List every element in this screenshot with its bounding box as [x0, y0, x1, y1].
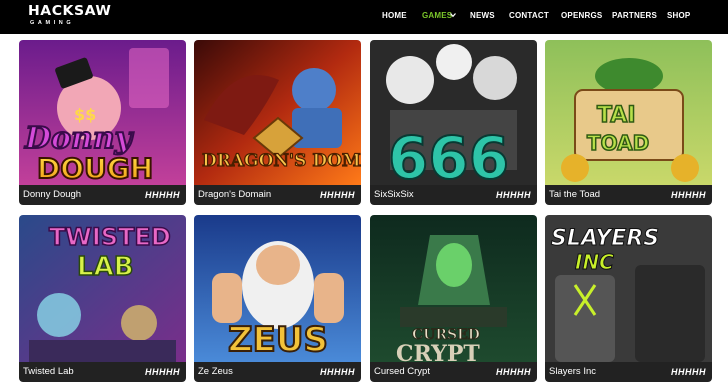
- game-thumbnail: 666: [370, 40, 537, 185]
- game-title: Ze Zeus: [198, 366, 233, 377]
- game-card-sixsixsix[interactable]: 666 SixSixSix HHHHH: [370, 40, 537, 205]
- game-caption-bar: SixSixSix HHHHH: [370, 185, 537, 205]
- svg-text:SLAYERS: SLAYERS: [551, 226, 659, 251]
- hacksaw-badge: HHHHH: [320, 190, 355, 200]
- game-thumbnail: CURSED CRYPT: [370, 215, 537, 362]
- game-card-twisted-lab[interactable]: TWISTED LAB Twisted Lab HHHHH: [19, 215, 186, 382]
- hacksaw-badge: HHHHH: [671, 367, 706, 377]
- game-card-ze-zeus[interactable]: ZEUS Ze Zeus HHHHH: [194, 215, 361, 382]
- svg-text:LAB: LAB: [77, 252, 134, 282]
- game-title: Cursed Crypt: [374, 366, 430, 377]
- svg-text:TAI: TAI: [597, 103, 636, 128]
- game-thumbnail: $$ Donny DOUGH: [19, 40, 186, 185]
- hacksaw-badge: HHHHH: [496, 367, 531, 377]
- game-caption-bar: Slayers Inc HHHHH: [545, 362, 712, 382]
- svg-text:INC: INC: [575, 250, 614, 274]
- svg-text:ZEUS: ZEUS: [228, 320, 328, 360]
- svg-text:TWISTED: TWISTED: [49, 223, 171, 251]
- game-card-cursed-crypt[interactable]: CURSED CRYPT Cursed Crypt HHHHH: [370, 215, 537, 382]
- hacksaw-badge: HHHHH: [145, 190, 180, 200]
- game-card-tai-the-toad[interactable]: TAI TOAD Tai the Toad HHHHH: [545, 40, 712, 205]
- svg-text:666: 666: [388, 124, 509, 185]
- games-grid: $$ Donny DOUGH Donny Dough HHHHH DRAGON'…: [0, 0, 728, 387]
- game-caption-bar: Twisted Lab HHHHH: [19, 362, 186, 382]
- game-caption-bar: Ze Zeus HHHHH: [194, 362, 361, 382]
- svg-text:CRYPT: CRYPT: [396, 341, 480, 362]
- hacksaw-badge: HHHHH: [496, 190, 531, 200]
- game-caption-bar: Cursed Crypt HHHHH: [370, 362, 537, 382]
- svg-text:Donny: Donny: [24, 121, 135, 156]
- svg-text:DRAGON'S DOMAIN: DRAGON'S DOMAIN: [202, 151, 361, 171]
- game-card-slayers-inc[interactable]: SLAYERS INC Slayers Inc HHHHH: [545, 215, 712, 382]
- game-thumbnail: DRAGON'S DOMAIN: [194, 40, 361, 185]
- game-thumbnail: TWISTED LAB: [19, 215, 186, 362]
- svg-text:DOUGH: DOUGH: [37, 152, 153, 185]
- game-title: Tai the Toad: [549, 189, 601, 200]
- game-title: Donny Dough: [23, 189, 82, 200]
- game-title: SixSixSix: [374, 189, 414, 200]
- game-title: Dragon's Domain: [198, 189, 272, 200]
- game-title: Slayers Inc: [549, 366, 596, 377]
- game-card-donny-dough[interactable]: $$ Donny DOUGH Donny Dough HHHHH: [19, 40, 186, 205]
- game-title: Twisted Lab: [23, 366, 74, 377]
- game-thumbnail: ZEUS: [194, 215, 361, 362]
- game-caption-bar: Donny Dough HHHHH: [19, 185, 186, 205]
- hacksaw-badge: HHHHH: [671, 190, 706, 200]
- game-card-dragons-domain[interactable]: DRAGON'S DOMAIN Dragon's Domain HHHHH: [194, 40, 361, 205]
- hacksaw-badge: HHHHH: [320, 367, 355, 377]
- game-thumbnail: TAI TOAD: [545, 40, 712, 185]
- hacksaw-badge: HHHHH: [145, 367, 180, 377]
- svg-text:TOAD: TOAD: [587, 131, 649, 155]
- game-thumbnail: SLAYERS INC: [545, 215, 712, 362]
- game-caption-bar: Dragon's Domain HHHHH: [194, 185, 361, 205]
- game-caption-bar: Tai the Toad HHHHH: [545, 185, 712, 205]
